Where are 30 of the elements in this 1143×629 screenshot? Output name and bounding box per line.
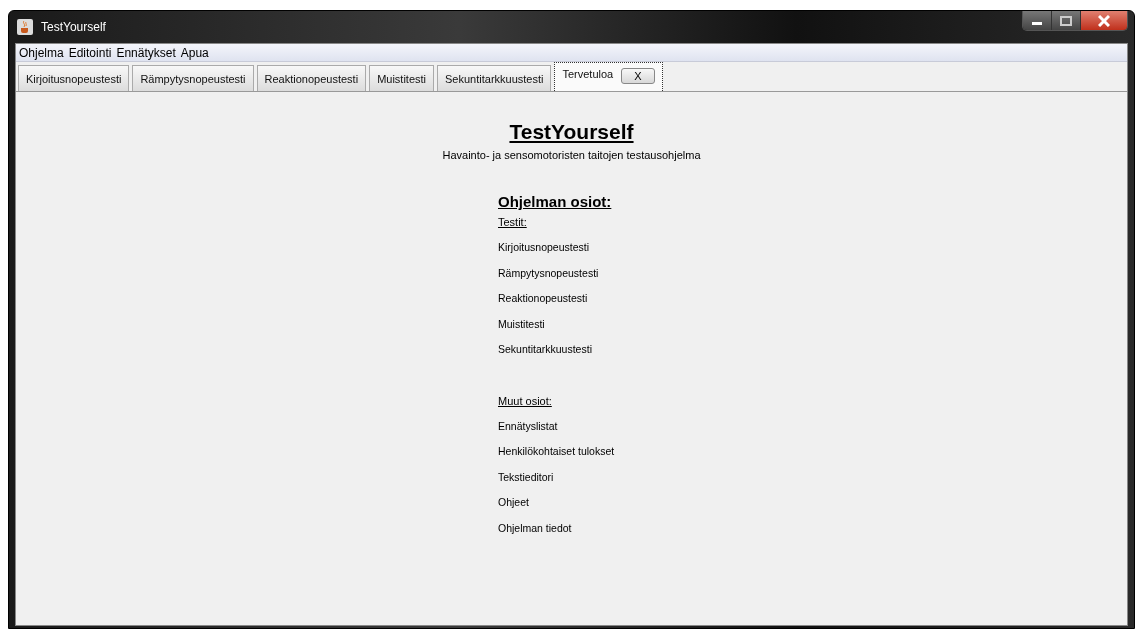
page-title: TestYourself [509, 120, 634, 144]
close-tab-button[interactable]: X [621, 68, 655, 84]
menu-item[interactable]: Ohjelma [19, 45, 64, 60]
cup-icon [17, 19, 33, 35]
section-item: Ohjeet [498, 496, 529, 510]
section-item: Reaktionopeustesti [498, 292, 588, 306]
subsection-heading: Testit: [498, 216, 527, 230]
section-item: Kirjoitusnopeustesti [498, 241, 590, 255]
tab[interactable]: Sekuntitarkkuustesti [437, 65, 552, 91]
window-title: TestYourself [41, 20, 106, 34]
tab[interactable]: Tervetuloa X [554, 62, 663, 91]
tab[interactable]: Reaktionopeustesti [256, 65, 367, 91]
subtitle: Havainto- ja sensomotoristen taitojen testausohjelma [442, 149, 701, 161]
section-item: Ohjelman tiedot [498, 521, 572, 536]
section-item: Henkilökohtaiset tulokset [498, 445, 615, 459]
section-heading: Ohjelman osiot: [498, 193, 612, 210]
menu-item[interactable]: Apua [180, 45, 209, 60]
tab[interactable]: Kirjoitusnopeustesti [18, 65, 130, 91]
section-item: Muistitesti [498, 317, 545, 332]
subsection-heading: Muut osiot: [498, 394, 552, 409]
section-item: Ennätyslistat [498, 419, 558, 434]
menu-item[interactable]: Editointi [68, 45, 112, 60]
close-icon[interactable] [1098, 14, 1110, 27]
tab[interactable]: Muistitesti [369, 65, 435, 91]
section-item: Rämpytysnopeustesti [498, 266, 599, 281]
close-button[interactable] [1081, 11, 1127, 30]
section-item: Sekuntitarkkuustesti [498, 343, 592, 357]
section-item: Tekstieditori [498, 470, 554, 485]
tab[interactable]: Rämpytysnopeustesti [132, 65, 254, 91]
menu-item[interactable]: Ennätykset [116, 45, 176, 60]
